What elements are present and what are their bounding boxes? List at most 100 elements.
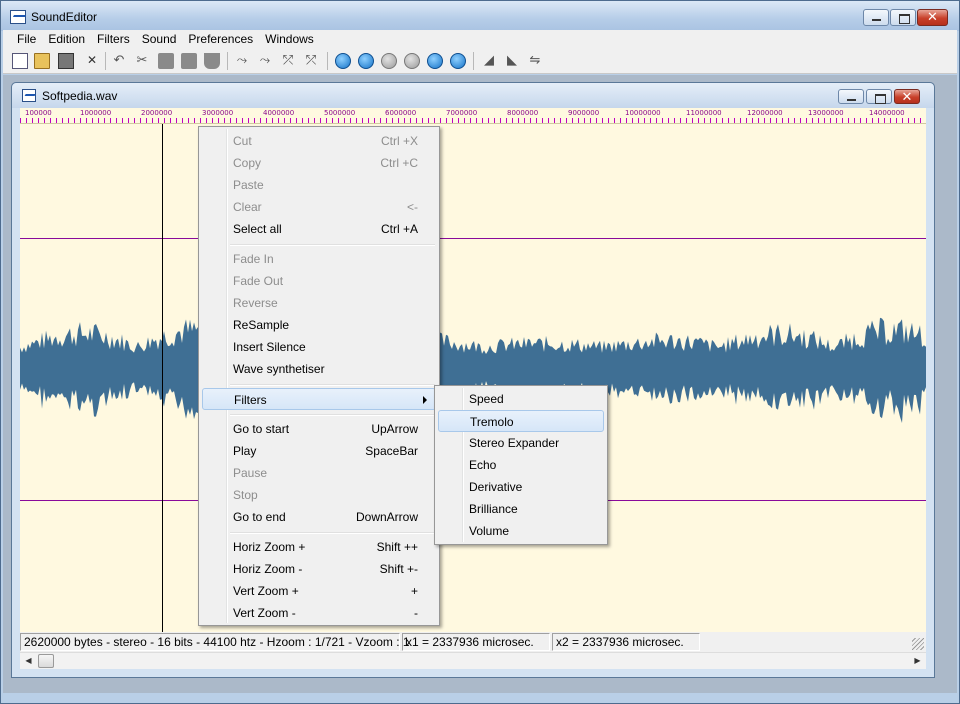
submenu-echo[interactable]: Echo: [438, 454, 604, 476]
menu-go-to-start[interactable]: Go to start UpArrow: [202, 418, 436, 440]
menu-horiz-zoom-in[interactable]: Horiz Zoom + Shift ++: [202, 536, 436, 558]
open-folder-icon[interactable]: [34, 53, 50, 69]
fade-in-icon[interactable]: ◢: [481, 53, 497, 69]
menu-insert-silence[interactable]: Insert Silence: [202, 336, 436, 358]
menu-windows[interactable]: Windows: [259, 30, 320, 48]
fx-tool-2-icon[interactable]: ⤳: [257, 53, 273, 69]
close-x-icon: ✕: [901, 90, 913, 105]
menu-horiz-zoom-out-shortcut: Shift +-: [379, 562, 418, 576]
menu-stop-label: Stop: [233, 488, 258, 502]
menu-fade-out[interactable]: Fade Out: [202, 270, 436, 292]
submenu-stereo-expander[interactable]: Stereo Expander: [438, 432, 604, 454]
stop-icon[interactable]: [404, 53, 420, 69]
minimize-button[interactable]: [863, 9, 889, 26]
copy-icon[interactable]: [158, 53, 174, 69]
menu-filters[interactable]: Filters: [91, 30, 136, 48]
ruler-ticks: [20, 118, 926, 123]
playback-cursor[interactable]: [162, 124, 163, 632]
close-icon[interactable]: ✕: [84, 53, 100, 69]
menu-wave-synthetiser[interactable]: Wave synthetiser: [202, 358, 436, 380]
menu-horiz-zoom-out[interactable]: Horiz Zoom - Shift +-: [202, 558, 436, 580]
record-icon[interactable]: [450, 53, 466, 69]
sound-editor-window: SoundEditor ✕ File Edition Filters Sound…: [0, 0, 960, 704]
menu-go-to-end[interactable]: Go to end DownArrow: [202, 506, 436, 528]
menu-vert-zoom-out-label: Vert Zoom -: [233, 606, 296, 620]
scroll-thumb[interactable]: [38, 654, 54, 668]
menu-preferences[interactable]: Preferences: [182, 30, 259, 48]
submenu-derivative[interactable]: Derivative: [438, 476, 604, 498]
menu-bar: File Edition Filters Sound Preferences W…: [3, 30, 957, 48]
undo-icon[interactable]: ↶: [111, 53, 127, 69]
document-title: Softpedia.wav: [42, 89, 118, 103]
menu-paste-label: Paste: [233, 178, 264, 192]
submenu-brilliance[interactable]: Brilliance: [438, 498, 604, 520]
status-bar: 2620000 bytes - stereo - 16 bits - 44100…: [20, 632, 926, 652]
menu-play[interactable]: Play SpaceBar: [202, 440, 436, 462]
title-bar[interactable]: SoundEditor ✕: [1, 1, 959, 31]
ruler-label: 14000000: [869, 109, 905, 117]
submenu-speed[interactable]: Speed: [438, 388, 604, 410]
document-maximize-button[interactable]: [866, 89, 892, 104]
horizontal-scrollbar[interactable]: ◀ ▶: [20, 652, 926, 669]
resize-grip[interactable]: [912, 638, 924, 650]
scroll-left-arrow-icon[interactable]: ◀: [20, 653, 37, 669]
fx-tool-3-icon[interactable]: ⤱: [280, 53, 296, 69]
menu-vert-zoom-in[interactable]: Vert Zoom + +: [202, 580, 436, 602]
submenu-volume[interactable]: Volume: [438, 520, 604, 542]
go-to-start-icon[interactable]: [335, 53, 351, 69]
document-close-button[interactable]: ✕: [894, 89, 920, 105]
menu-go-to-start-label: Go to start: [233, 422, 290, 436]
menu-insert-silence-label: Insert Silence: [233, 340, 306, 354]
menu-stop[interactable]: Stop: [202, 484, 436, 506]
ruler-label: 3000000: [202, 109, 234, 117]
menu-clear[interactable]: Clear <-: [202, 196, 436, 218]
close-button[interactable]: ✕: [917, 9, 948, 26]
fade-out-icon[interactable]: ◣: [504, 53, 520, 69]
clear-icon[interactable]: [204, 53, 220, 69]
fx-tool-1-icon[interactable]: ⤳: [234, 53, 250, 69]
new-wave-icon[interactable]: [12, 53, 28, 69]
fx-tool-4-icon[interactable]: ⤱: [303, 53, 319, 69]
wave-file-icon: [22, 89, 36, 102]
pause-icon[interactable]: [381, 53, 397, 69]
menu-sound[interactable]: Sound: [136, 30, 183, 48]
menu-cut[interactable]: Cut Ctrl +X: [202, 130, 436, 152]
submenu-tremolo[interactable]: Tremolo: [438, 410, 604, 432]
play-icon[interactable]: [358, 53, 374, 69]
close-x-icon: ✕: [927, 10, 938, 25]
status-file-info: 2620000 bytes - stereo - 16 bits - 44100…: [20, 633, 410, 651]
menu-copy[interactable]: Copy Ctrl +C: [202, 152, 436, 174]
menu-fade-in[interactable]: Fade In: [202, 248, 436, 270]
waveform-view[interactable]: [20, 124, 926, 632]
cut-icon[interactable]: ✂: [134, 53, 150, 69]
menu-reverse[interactable]: Reverse: [202, 292, 436, 314]
toolbar-separator: [473, 52, 474, 70]
document-minimize-button[interactable]: [838, 89, 864, 104]
ruler-label: 8000000: [507, 109, 539, 117]
ruler-label: 12000000: [747, 109, 783, 117]
document-title-bar[interactable]: Softpedia.wav ✕: [12, 83, 934, 108]
menu-resample[interactable]: ReSample: [202, 314, 436, 336]
paste-icon[interactable]: [181, 53, 197, 69]
ruler-label: 11000000: [686, 109, 722, 117]
ruler-label: 10000000: [625, 109, 661, 117]
menu-vert-zoom-out[interactable]: Vert Zoom - -: [202, 602, 436, 624]
menu-edition[interactable]: Edition: [42, 30, 91, 48]
menu-clear-shortcut: <-: [406, 200, 418, 214]
maximize-button[interactable]: [890, 9, 916, 26]
menu-filters[interactable]: Filters: [202, 388, 436, 410]
menu-fade-out-label: Fade Out: [233, 274, 284, 288]
submenu-echo-label: Echo: [469, 458, 497, 472]
ruler-label: 6000000: [385, 109, 417, 117]
time-ruler[interactable]: 100000 1000000 2000000 3000000 4000000 5…: [20, 108, 926, 124]
reverse-icon[interactable]: ⇋: [527, 53, 543, 69]
menu-paste[interactable]: Paste: [202, 174, 436, 196]
save-icon[interactable]: [58, 53, 74, 69]
menu-select-all[interactable]: Select all Ctrl +A: [202, 218, 436, 240]
scroll-right-arrow-icon[interactable]: ▶: [909, 653, 926, 669]
ruler-label: 1000000: [80, 109, 112, 117]
menu-file[interactable]: File: [11, 30, 42, 48]
go-to-end-icon[interactable]: [427, 53, 443, 69]
app-icon[interactable]: [10, 10, 26, 24]
menu-pause[interactable]: Pause: [202, 462, 436, 484]
